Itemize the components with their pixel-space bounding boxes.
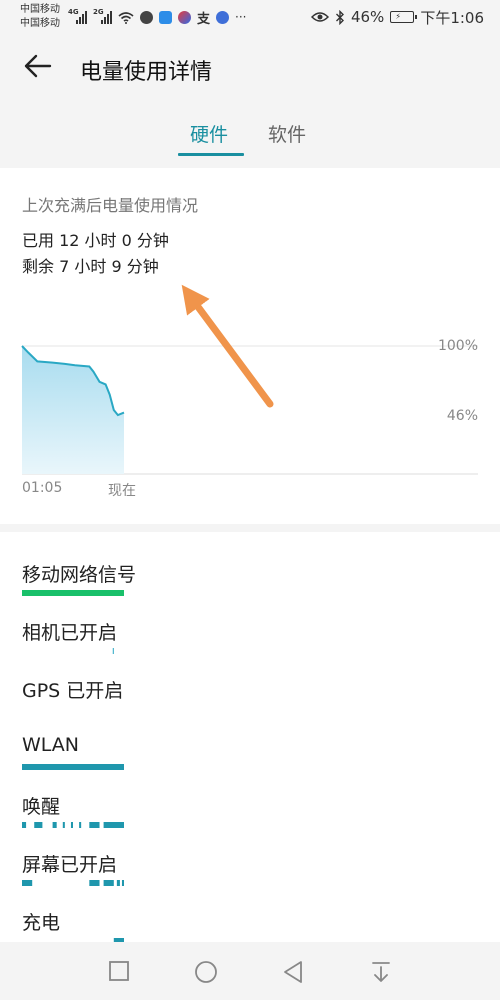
hardware-row[interactable]: 唤醒 (22, 774, 478, 832)
battery-usage-card: 上次充满后电量使用情况 已用 12 小时 0 分钟 剩余 7 小时 9 分钟 1… (0, 168, 500, 524)
carrier-labels: 中国移动 中国移动 (20, 3, 60, 31)
hardware-row[interactable]: WLAN (22, 716, 478, 774)
back-triangle-icon[interactable] (282, 960, 304, 984)
network-type-2: 2G (93, 7, 104, 16)
battery-charging-icon: ⚡ (390, 11, 418, 23)
hardware-row-label: GPS 已开启 (22, 680, 124, 702)
bluetooth-icon (335, 9, 344, 25)
hardware-row[interactable]: 移动网络信号 (22, 542, 478, 600)
app-notification-icon (159, 10, 172, 24)
back-arrow-icon[interactable] (22, 50, 54, 82)
app-notification-icon (140, 10, 153, 24)
network-type-1: 4G (68, 7, 79, 16)
status-icons-right: 46% ⚡ 下午1:06 (310, 7, 484, 27)
active-tab-indicator (178, 153, 244, 156)
home-circle-icon[interactable] (194, 960, 218, 984)
usage-segment (79, 822, 82, 828)
usage-segment (70, 822, 73, 828)
usage-segment (52, 822, 57, 828)
usage-segment (112, 648, 114, 654)
usage-segment (116, 880, 120, 886)
tab-hardware[interactable]: 硬件 (190, 120, 228, 147)
hardware-row[interactable]: 屏幕已开启 (22, 832, 478, 890)
tab-bar: 硬件 软件 (0, 112, 500, 162)
app-header: 电量使用详情 (0, 36, 500, 100)
usage-segment (103, 822, 124, 828)
hardware-row-label: 相机已开启 (22, 622, 118, 644)
tab-software[interactable]: 软件 (268, 120, 306, 147)
hardware-row[interactable]: GPS 已开启 (22, 658, 478, 716)
usage-segment (62, 822, 65, 828)
x-tick-label: 01:05 (22, 480, 63, 496)
usage-segment (22, 590, 124, 596)
y-tick-label: 46% (446, 408, 478, 424)
usage-segment (89, 822, 100, 828)
wifi-icon (118, 11, 134, 24)
usage-segment (89, 880, 100, 886)
hardware-row-label: 移动网络信号 (22, 564, 137, 586)
usage-segment (22, 880, 33, 886)
usage-segment (22, 822, 27, 828)
more-notifications-icon: ··· (235, 10, 247, 24)
page-title: 电量使用详情 (80, 60, 213, 85)
usage-timeline-bar (112, 648, 114, 654)
eye-comfort-icon (310, 12, 329, 22)
app-notification-icon: 支 (197, 11, 211, 27)
usage-segment (121, 880, 124, 886)
usage-timeline-bar (22, 822, 124, 828)
recent-apps-square-icon[interactable] (108, 960, 130, 982)
usage-segment (22, 764, 124, 770)
y-tick-label: 100% (437, 338, 478, 354)
signal-1-icon: 4G (68, 7, 87, 24)
hardware-usage-list: 移动网络信号 相机已开启 GPS 已开启 WLAN 唤醒 屏幕已开启 充电 (0, 532, 500, 944)
hardware-row-label: 屏幕已开启 (22, 854, 118, 876)
usage-segment (34, 822, 43, 828)
carrier-2-label: 中国移动 (20, 18, 60, 29)
x-tick-label: 现在 (108, 483, 136, 499)
system-navigation-bar (0, 942, 500, 1000)
app-notification-icon (178, 10, 191, 24)
status-bar: 中国移动 中国移动 4G 2G 支 ··· 46% ⚡ 下午1:06 (0, 0, 500, 36)
signal-2-icon: 2G (93, 7, 112, 24)
battery-percent: 46% (350, 8, 385, 26)
clock: 下午1:06 (420, 8, 484, 27)
hardware-row-label: 充电 (22, 912, 61, 934)
notification-pull-down-icon[interactable] (370, 960, 392, 984)
hardware-row-label: 唤醒 (22, 796, 61, 818)
hardware-row[interactable]: 充电 (22, 890, 478, 948)
hardware-row-label: WLAN (22, 734, 80, 756)
hardware-row[interactable]: 相机已开启 (22, 600, 478, 658)
music-app-icon (216, 10, 230, 24)
status-icons-left: 4G 2G 支 ··· (68, 7, 246, 27)
usage-timeline-bar (22, 706, 124, 712)
annotation-arrow (181, 284, 274, 408)
battery-level-chart (21, 284, 478, 475)
usage-timeline-bar (22, 764, 124, 770)
usage-timeline-bar (22, 880, 124, 886)
carrier-1-label: 中国移动 (20, 4, 60, 15)
usage-timeline-bar (22, 590, 124, 596)
usage-segment (103, 880, 114, 886)
